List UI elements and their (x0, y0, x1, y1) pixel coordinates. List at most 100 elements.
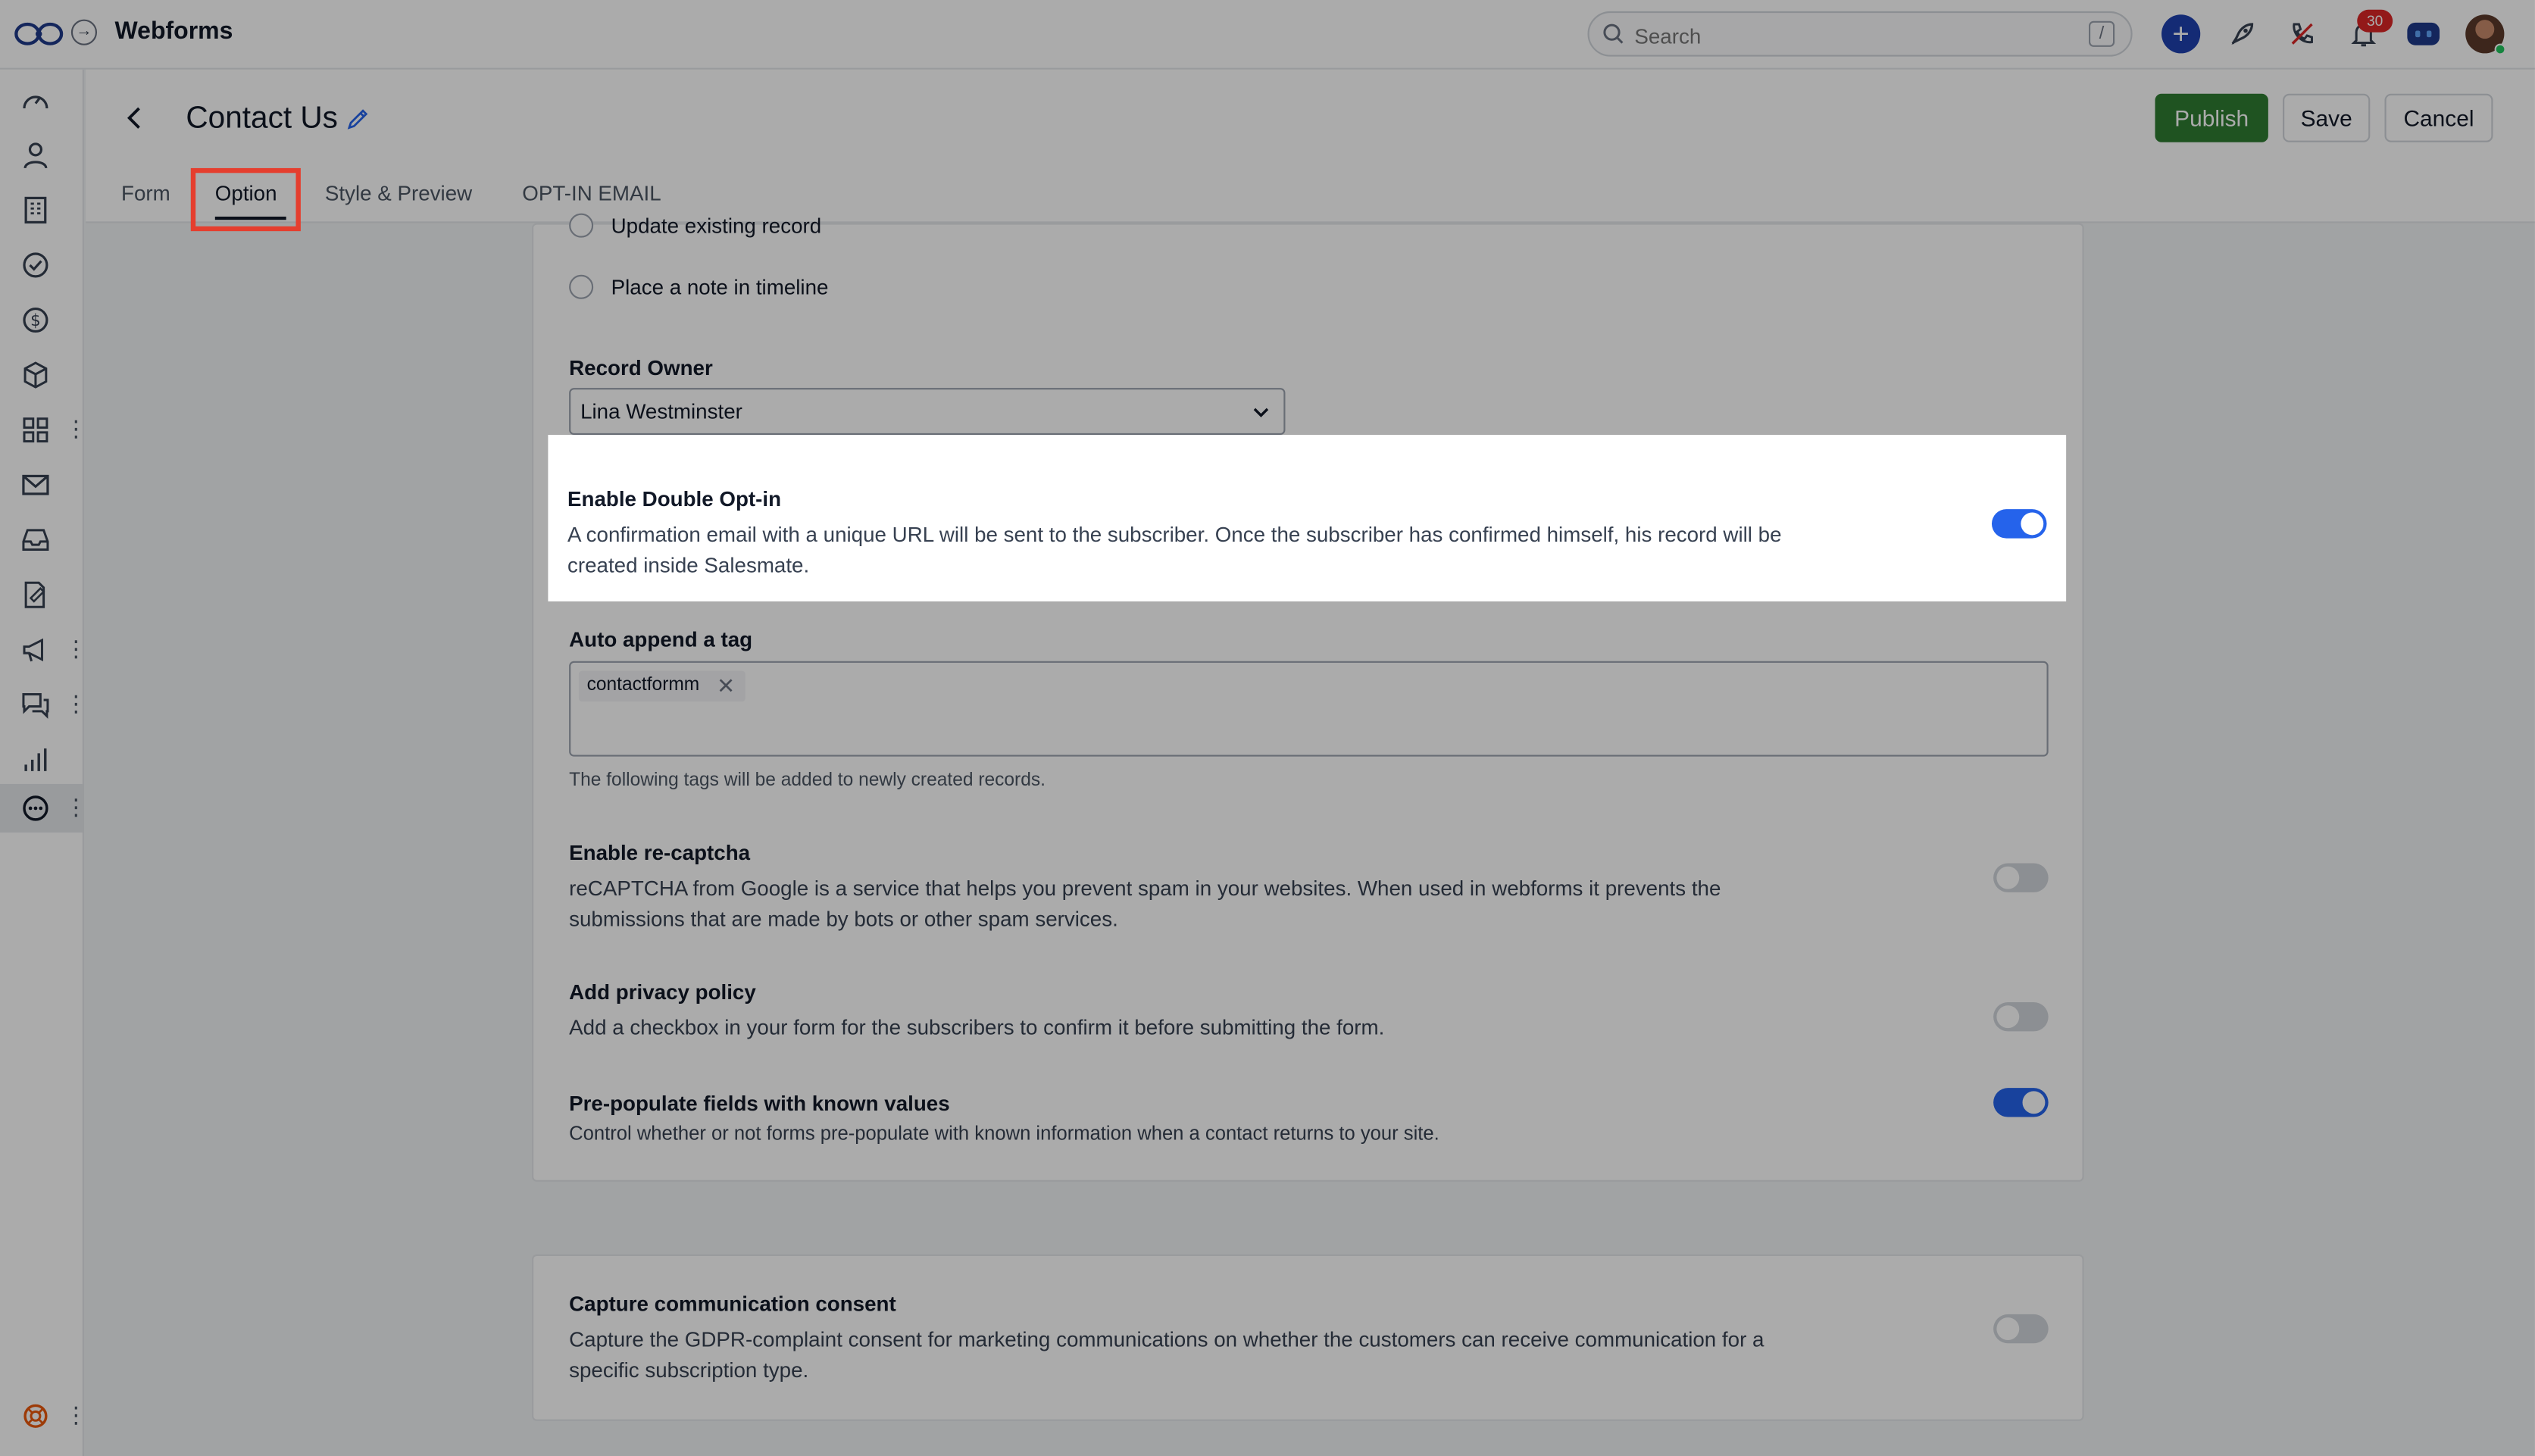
svg-text:$: $ (30, 311, 41, 330)
privacy-policy-label: Add privacy policy (569, 980, 756, 1005)
radio-label: Update existing record (611, 213, 822, 238)
notification-count-badge: 30 (2357, 9, 2393, 33)
webforms-app: → Webforms / + 30 (0, 0, 2535, 1456)
tab-form[interactable]: Form (121, 181, 170, 205)
privacy-policy-description: Add a checkbox in your form for the subs… (569, 1015, 1385, 1040)
toggle-knob (2021, 512, 2044, 536)
double-optin-description: A confirmation email with a unique URL w… (567, 522, 1782, 577)
toggle-knob (1996, 1317, 2020, 1341)
toggle-knob (1996, 866, 2020, 889)
sidebar-item-campaigns[interactable]: ⋮ (0, 626, 87, 674)
search-input[interactable] (1634, 20, 2055, 51)
double-optin-label: Enable Double Opt-in (567, 486, 782, 511)
consent-description: Capture the GDPR-complaint consent for m… (569, 1326, 1764, 1383)
app-title: Webforms (114, 17, 233, 45)
sidebar-item-companies[interactable] (0, 186, 84, 234)
sidebar-item-help[interactable]: ⋮ (0, 1392, 87, 1440)
auto-tag-label: Auto append a tag (569, 626, 753, 651)
pencil-icon[interactable] (345, 107, 370, 133)
radio-button[interactable] (569, 213, 594, 238)
toggle-knob (1996, 1005, 2020, 1029)
tag-chip: contactformm (578, 670, 745, 702)
cube-icon (23, 361, 48, 389)
sidebar-item-more-apps[interactable]: ⋮ (0, 783, 87, 833)
privacy-policy-toggle[interactable] (1993, 1002, 2049, 1032)
sidebar-item-products[interactable] (0, 351, 84, 399)
publish-button[interactable]: Publish (2155, 93, 2268, 142)
recaptcha-label: Enable re-captcha (569, 840, 751, 865)
back-arrow-icon[interactable] (118, 102, 151, 134)
save-button[interactable]: Save (2283, 93, 2371, 142)
check-circle-icon (23, 252, 48, 278)
record-owner-select[interactable]: Lina Westminster (569, 388, 1286, 436)
inbox-icon (22, 529, 49, 551)
lifebuoy-icon (23, 1404, 48, 1428)
radio-place-note[interactable]: Place a note in timeline (569, 274, 829, 299)
quick-add-plus-icon[interactable]: + (2161, 14, 2201, 54)
dollar-icon: $ (23, 307, 48, 333)
global-search[interactable]: / (1587, 11, 2133, 57)
sidebar-item-documents[interactable] (0, 570, 84, 619)
grid-icon (23, 417, 48, 443)
sidebar-item-inbox[interactable] (0, 516, 84, 564)
online-status-dot (2494, 43, 2506, 55)
toggle-knob (2022, 1091, 2046, 1114)
more-vertical-icon[interactable]: ⋮ (64, 794, 87, 820)
rocket-icon[interactable] (2223, 14, 2261, 53)
options-card: Update existing record Place a note in t… (532, 213, 2084, 1182)
more-vertical-icon[interactable]: ⋮ (64, 1401, 87, 1427)
consent-toggle[interactable] (1993, 1314, 2049, 1344)
more-horizontal-circle-icon (23, 795, 48, 821)
sidebar-item-apps[interactable]: ⋮ (0, 406, 87, 455)
double-optin-toggle[interactable] (1991, 509, 2047, 539)
tab-opt-in-email[interactable]: OPT-IN EMAIL (522, 181, 661, 205)
recaptcha-toggle[interactable] (1993, 863, 2049, 892)
main-sidebar: $ ⋮ ⋮ ⋮ ⋮ ⋮ (0, 69, 87, 1456)
document-sign-icon (24, 581, 45, 608)
sidebar-item-conversations[interactable]: ⋮ (0, 680, 87, 729)
page-title: Contact Us (186, 102, 338, 136)
sidebar-item-dashboard[interactable] (0, 76, 84, 124)
tag-text: contactformm (586, 675, 700, 695)
prepopulate-description: Control whether or not forms pre-populat… (569, 1121, 1439, 1145)
more-vertical-icon[interactable]: ⋮ (64, 690, 87, 716)
bar-chart-icon (24, 748, 47, 771)
more-vertical-icon[interactable]: ⋮ (64, 636, 87, 661)
sidebar-item-email[interactable] (0, 461, 84, 509)
record-owner-value: Lina Westminster (580, 399, 742, 424)
remove-tag-icon[interactable] (716, 676, 736, 695)
form-header: Contact Us Publish Save Cancel Form Opti… (86, 69, 2535, 223)
more-vertical-icon[interactable]: ⋮ (64, 415, 87, 441)
auto-tag-hint: The following tags will be added to newl… (569, 770, 1046, 791)
assistant-bot-icon[interactable] (2404, 14, 2443, 53)
radio-update-existing[interactable]: Update existing record (569, 213, 822, 238)
phone-off-icon[interactable] (2283, 14, 2321, 53)
consent-label: Capture communication consent (569, 1291, 896, 1316)
cancel-button[interactable]: Cancel (2384, 93, 2493, 142)
salesmate-logo-icon[interactable] (13, 20, 64, 48)
tag-input[interactable]: contactformm (569, 661, 2049, 757)
expand-sidebar-icon[interactable]: → (70, 19, 98, 45)
radio-label: Place a note in timeline (611, 274, 829, 299)
record-owner-label: Record Owner (569, 355, 713, 380)
user-icon (23, 142, 48, 169)
chat-icon (22, 693, 49, 719)
megaphone-icon (23, 638, 43, 662)
recaptcha-description: reCAPTCHA from Google is a service that … (569, 876, 1721, 932)
top-bar: → Webforms / + 30 (0, 0, 2535, 70)
search-icon (1603, 23, 1624, 44)
mail-icon (22, 474, 49, 495)
radio-button[interactable] (569, 274, 594, 299)
prepopulate-label: Pre-populate fields with known values (569, 1091, 950, 1116)
sidebar-item-reports[interactable] (0, 736, 84, 784)
tab-style-preview[interactable]: Style & Preview (325, 181, 472, 205)
chevron-down-icon (1253, 408, 1269, 417)
prepopulate-toggle[interactable] (1993, 1088, 2049, 1117)
option-tab-highlight-frame (190, 167, 301, 232)
user-avatar[interactable] (2465, 14, 2506, 55)
gauge-icon (23, 95, 48, 109)
sidebar-item-deals[interactable]: $ (0, 296, 84, 345)
sidebar-item-contacts[interactable] (0, 131, 84, 180)
sidebar-item-activities[interactable] (0, 241, 84, 289)
consent-card: Capture communication consent Capture th… (532, 1254, 2084, 1421)
